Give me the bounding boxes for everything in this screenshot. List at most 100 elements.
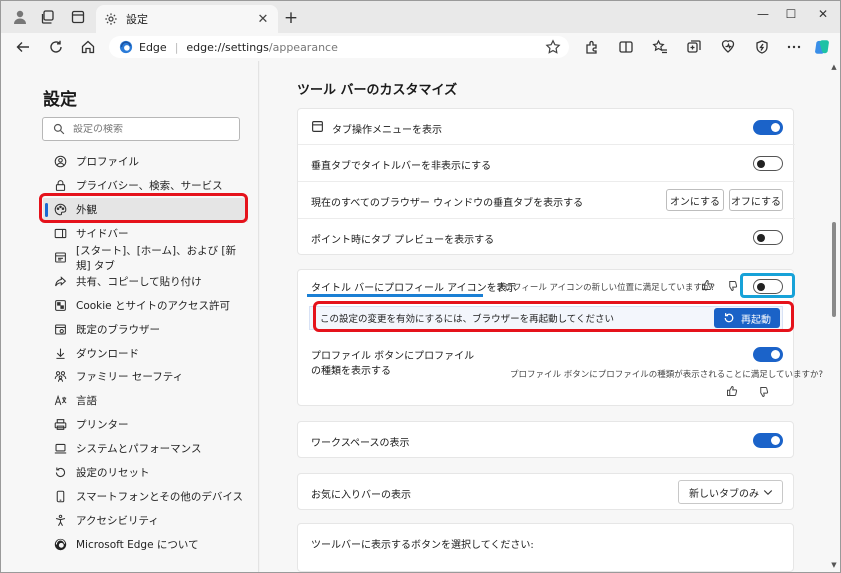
close-tab-icon[interactable]: ✕ bbox=[256, 12, 270, 27]
thumbs-up-icon[interactable] bbox=[701, 279, 713, 291]
section-title-toolbar: ツール バーのカスタマイズ bbox=[297, 83, 458, 98]
family-icon bbox=[53, 370, 67, 384]
sidebar-item-label: Microsoft Edge について bbox=[76, 538, 199, 551]
profile-type-feedback-text: プロファイル ボタンにプロファイルの種類が表示されることに満足していますか? bbox=[510, 370, 823, 380]
refresh-icon[interactable] bbox=[46, 37, 66, 57]
favorites-bar-label: お気に入りバーの表示 bbox=[311, 490, 411, 501]
tab-settings[interactable]: 設定 ✕ bbox=[96, 5, 278, 33]
sidebar-item-label: サイドバー bbox=[76, 228, 129, 241]
sidebar-item-reset-settings[interactable]: 設定のリセット bbox=[43, 461, 248, 485]
cookie-icon bbox=[53, 298, 67, 312]
favorites-bar-select[interactable]: 新しいタブのみ bbox=[678, 480, 783, 504]
favorites-bar-card: お気に入りバーの表示 新しいタブのみ bbox=[297, 473, 794, 510]
laptop-icon bbox=[53, 442, 67, 456]
language-icon bbox=[53, 394, 67, 408]
tab-actions-icon[interactable] bbox=[69, 8, 87, 26]
address-separator: | bbox=[174, 40, 179, 54]
row-tab-preview: ポイント時にタブ プレビューを表示する bbox=[298, 219, 795, 256]
sidebar-item-share-copy-paste[interactable]: 共有、コピーして貼り付け bbox=[43, 269, 248, 293]
browser-essentials-icon[interactable] bbox=[719, 38, 737, 56]
sidebar-item-cookies[interactable]: Cookie とサイトのアクセス許可 bbox=[43, 293, 248, 317]
turn-on-button[interactable]: オンにする bbox=[666, 189, 724, 211]
chevron-down-icon bbox=[762, 486, 774, 498]
performance-icon[interactable] bbox=[753, 38, 771, 56]
scrollbar-thumb[interactable] bbox=[832, 222, 836, 317]
minimize-button[interactable]: — bbox=[753, 5, 773, 23]
split-screen-icon[interactable] bbox=[617, 38, 635, 56]
extensions-icon[interactable] bbox=[583, 38, 601, 56]
sidebar-item-label: スマートフォンとその他のデバイス bbox=[76, 490, 244, 503]
tab-actions-toggle[interactable] bbox=[753, 120, 783, 135]
profile-type-label-line2: の種類を表示する bbox=[311, 366, 391, 377]
sidebar-item-accessibility[interactable]: アクセシビリティ bbox=[43, 508, 248, 532]
sidebar-item-label: 言語 bbox=[76, 395, 97, 408]
workspaces-toggle[interactable] bbox=[753, 433, 783, 448]
profile-icon bbox=[53, 155, 67, 169]
more-menu-icon[interactable] bbox=[785, 38, 803, 56]
row-profile-type: プロファイル ボタンにプロファイル の種類を表示する プロファイル ボタンにプロ… bbox=[298, 340, 823, 407]
tab-title: 設定 bbox=[126, 13, 148, 26]
thumbs-down-icon[interactable] bbox=[757, 386, 769, 398]
sidebar-item-phone-devices[interactable]: スマートフォンとその他のデバイス bbox=[43, 484, 248, 508]
sidebar-item-label: プライバシー、検索、サービス bbox=[76, 180, 223, 193]
tab-strip: 設定 ✕ + — ☐ ✕ bbox=[1, 1, 840, 33]
settings-search-box[interactable] bbox=[42, 117, 240, 141]
settings-search-input[interactable] bbox=[73, 123, 223, 135]
profile-type-toggle[interactable] bbox=[753, 347, 783, 362]
favorites-bar-selected: 新しいタブのみ bbox=[689, 488, 759, 500]
sidebar-item-label: システムとパフォーマンス bbox=[76, 443, 202, 456]
address-bar[interactable]: Edge | edge://settings /appearance bbox=[109, 36, 569, 58]
scroll-up-arrow[interactable]: ▲ bbox=[830, 63, 838, 71]
profile-icon-feedback-text: プロフィール アイコンの新しい位置に満足していますか? bbox=[496, 283, 715, 293]
navigation-toolbar: Edge | edge://settings /appearance bbox=[1, 33, 840, 61]
home-icon[interactable] bbox=[78, 37, 98, 57]
home-tab-icon bbox=[53, 251, 67, 265]
turn-off-button[interactable]: オフにする bbox=[729, 189, 783, 211]
workspaces-icon[interactable] bbox=[39, 8, 57, 26]
scroll-down-arrow[interactable]: ▼ bbox=[830, 561, 838, 569]
annotation-highlight-appearance bbox=[39, 193, 248, 223]
hide-titlebar-toggle[interactable] bbox=[753, 156, 783, 171]
sidebar-item-system-performance[interactable]: システムとパフォーマンス bbox=[43, 437, 248, 461]
sidebar-item-start-home-newtab[interactable]: [スタート]、[ホーム]、および [新規] タブ bbox=[43, 244, 248, 272]
profile-avatar-icon[interactable] bbox=[11, 8, 29, 26]
thumbs-up-icon[interactable] bbox=[726, 385, 738, 397]
sidebar-item-family-safety[interactable]: ファミリー セーフティ bbox=[43, 365, 248, 389]
sidebar-item-label: 設定のリセット bbox=[76, 467, 150, 480]
settings-sidebar: 設定 プロファイル プライバシー、検索、サービス 外観 サイドバー bbox=[1, 61, 259, 572]
sidebar-item-about-edge[interactable]: Microsoft Edge について bbox=[43, 532, 248, 556]
sidebar-item-downloads[interactable]: ダウンロード bbox=[43, 341, 248, 365]
annotation-highlight-toggle bbox=[740, 273, 795, 298]
sidebar-item-label: [スタート]、[ホーム]、および [新規] タブ bbox=[76, 244, 237, 272]
favorite-star-icon[interactable] bbox=[545, 39, 561, 55]
row-tab-actions-menu: タブ操作メニューを表示 bbox=[298, 109, 795, 145]
sidebar-item-printers[interactable]: プリンター bbox=[43, 413, 248, 437]
annotation-highlight-restart-banner bbox=[313, 301, 794, 332]
back-icon[interactable] bbox=[13, 37, 33, 57]
tab-preview-label: ポイント時にタブ プレビューを表示する bbox=[311, 235, 495, 246]
new-tab-button[interactable]: + bbox=[281, 8, 301, 28]
sidebar-item-default-browser[interactable]: 既定のブラウザー bbox=[43, 317, 248, 341]
sidebar-item-languages[interactable]: 言語 bbox=[43, 389, 248, 413]
url-path: /appearance bbox=[268, 40, 338, 54]
printer-icon bbox=[53, 418, 67, 432]
sidebar-item-profiles[interactable]: プロファイル bbox=[43, 150, 248, 174]
search-icon bbox=[53, 123, 65, 135]
profile-settings-card: タイトル バーにプロフィール アイコンを表示 プロフィール アイコンの新しい位置… bbox=[297, 269, 823, 407]
tab-actions-icon bbox=[311, 120, 325, 134]
sidebar-item-label: Cookie とサイトのアクセス許可 bbox=[76, 299, 230, 312]
reset-icon bbox=[53, 466, 67, 480]
maximize-button[interactable]: ☐ bbox=[781, 5, 801, 23]
thumbs-down-icon[interactable] bbox=[726, 280, 738, 292]
sidebar-icon bbox=[53, 227, 67, 241]
sidebar-item-label: ファミリー セーフティ bbox=[76, 371, 184, 384]
toolbar-settings-card: タブ操作メニューを表示 垂直タブでタイトルバーを非表示にする 現在のすべてのブラ… bbox=[297, 108, 795, 256]
share-icon bbox=[53, 274, 67, 288]
favorites-icon[interactable] bbox=[651, 38, 669, 56]
browser-icon bbox=[53, 322, 67, 336]
close-window-button[interactable]: ✕ bbox=[813, 5, 833, 23]
collections-icon[interactable] bbox=[685, 38, 703, 56]
tab-preview-toggle[interactable] bbox=[753, 230, 783, 245]
gear-icon bbox=[104, 12, 118, 26]
copilot-icon[interactable] bbox=[813, 38, 831, 56]
